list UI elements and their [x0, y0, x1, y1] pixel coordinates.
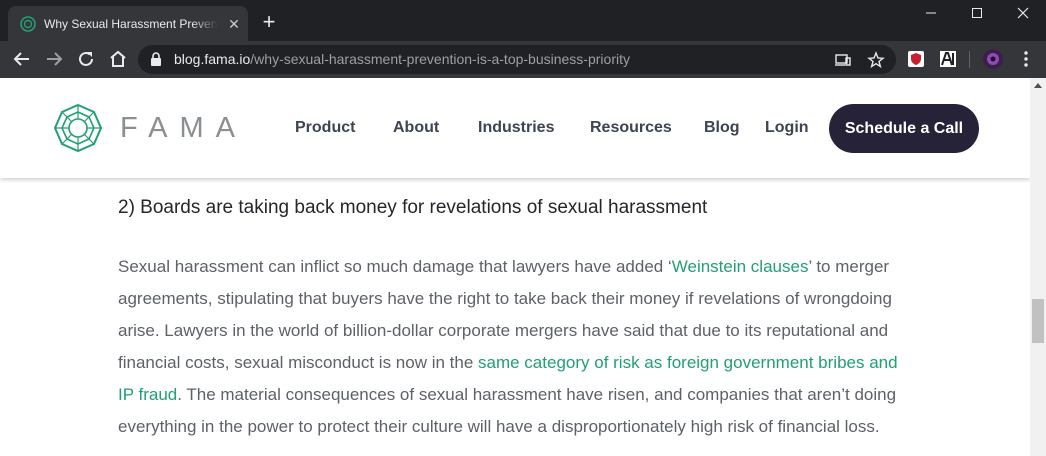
tab-title: Why Sexual Harassment Prevention is a To… [44, 17, 218, 31]
new-tab-button[interactable]: + [258, 11, 280, 33]
text-span: Sexual harassment can inflict so much da… [118, 257, 672, 276]
paragraph-line: everything in the power to protect their… [118, 417, 880, 436]
maximize-button[interactable] [954, 0, 1000, 28]
forward-arrow-icon[interactable] [42, 47, 66, 71]
text-span: financial costs, sexual misconduct is no… [118, 353, 479, 372]
risk-category-link[interactable]: same category of risk as foreign governm… [478, 353, 898, 372]
reload-icon[interactable] [74, 47, 98, 71]
scroll-up-arrow-icon[interactable] [1034, 83, 1042, 88]
minimize-icon [926, 12, 936, 14]
text-span: ’ to merger [808, 257, 890, 276]
home-icon[interactable] [106, 47, 130, 71]
schedule-call-button[interactable]: Schedule a Call [829, 104, 979, 153]
weinstein-clauses-link[interactable]: Weinstein clauses [672, 257, 809, 276]
browser-toolbar: blog.fama.io/why-sexual-harassment-preve… [0, 41, 1046, 78]
nav-industries[interactable]: Industries [478, 118, 554, 138]
browser-tab-strip: Why Sexual Harassment Prevention is a To… [0, 0, 1046, 41]
paragraph-line: Sexual harassment can inflict so much da… [118, 251, 918, 283]
nav-product[interactable]: Product [295, 118, 355, 138]
shield-extension-icon[interactable] [906, 49, 926, 69]
back-arrow-icon[interactable] [10, 47, 34, 71]
url-text[interactable]: blog.fama.io/why-sexual-harassment-preve… [174, 51, 630, 68]
maximize-icon [972, 8, 982, 18]
nav-about[interactable]: About [393, 118, 439, 138]
minimize-button[interactable] [908, 0, 954, 28]
nav-login[interactable]: Login [765, 118, 809, 138]
paragraph-line: IP fraud. The material consequences of s… [118, 379, 918, 411]
close-icon [1017, 7, 1029, 19]
browser-tab[interactable]: Why Sexual Harassment Prevention is a To… [8, 6, 248, 41]
lock-icon[interactable] [150, 52, 162, 66]
address-bar[interactable]: blog.fama.io/why-sexual-harassment-preve… [138, 45, 896, 74]
url-path: /why-sexual-harassment-prevention-is-a-t… [250, 51, 630, 67]
fama-logo-icon[interactable] [53, 103, 103, 153]
text-span: . The material consequences of sexual ha… [177, 385, 897, 404]
ip-fraud-link[interactable]: IP fraud [118, 385, 177, 404]
article-heading: 2) Boards are taking back money for reve… [118, 197, 708, 218]
tab-close-icon[interactable]: ✕ [226, 16, 242, 32]
scrollbar-thumb[interactable] [1032, 299, 1044, 343]
toolbar-separator [969, 51, 970, 68]
cast-device-icon[interactable] [834, 51, 852, 69]
paragraph-line: agreements, stipulating that buyers have… [118, 289, 892, 308]
reader-extension-icon[interactable] [938, 49, 958, 69]
page-viewport: 2) Boards are taking back money for reve… [0, 78, 1030, 456]
page-scrollbar[interactable] [1030, 78, 1046, 456]
article-paragraph: Sexual harassment can inflict so much da… [118, 251, 918, 443]
url-host: blog.fama.io [174, 51, 251, 67]
logo-wordmark[interactable]: FAMA [120, 112, 247, 144]
bookmark-star-icon[interactable] [867, 51, 885, 69]
paragraph-line: arise. Lawyers in the world of billion-d… [118, 321, 889, 340]
nav-blog[interactable]: Blog [704, 118, 740, 138]
fama-favicon-icon [20, 16, 36, 32]
nav-resources[interactable]: Resources [590, 118, 672, 138]
close-window-button[interactable] [1000, 0, 1046, 28]
paragraph-line: financial costs, sexual misconduct is no… [118, 347, 918, 379]
site-header: FAMA Product About Industries Resources … [0, 78, 1030, 178]
profile-avatar-icon[interactable] [982, 48, 1004, 70]
menu-kebab-icon[interactable] [1016, 49, 1036, 69]
